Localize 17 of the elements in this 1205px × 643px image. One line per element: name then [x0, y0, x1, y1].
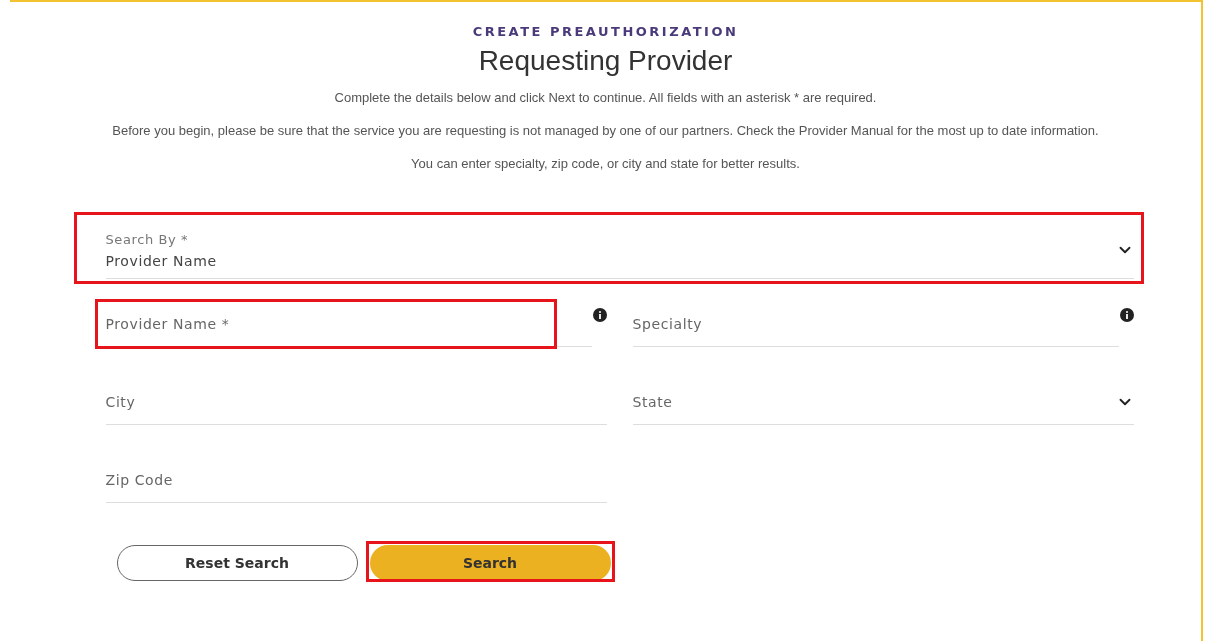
page-eyebrow: CREATE PREAUTHORIZATION — [472, 24, 739, 39]
select-value: Provider Name — [105, 252, 217, 269]
select-field[interactable]: State — [632, 379, 1134, 425]
input-field[interactable]: Provider Name * — [105, 301, 592, 347]
input-field[interactable]: Zip Code — [105, 457, 607, 503]
instruction-text: You can enter specialty, zip code, or city and state for better results. — [410, 155, 801, 173]
info-icon[interactable] — [1119, 308, 1134, 322]
input-field[interactable]: Specialty — [632, 301, 1119, 347]
info-icon[interactable] — [592, 308, 607, 322]
field-label: Search By * — [105, 231, 190, 247]
search-by-select[interactable]: Search By * Provider Name — [105, 222, 1134, 279]
reset-button[interactable]: Reset Search — [116, 545, 358, 581]
instruction-text: Before you begin, please be sure that the service you are requesting is not managed by one of our partners. Check the Provider Manual for the most up to date information. — [111, 122, 1100, 140]
page-title: Requesting Provider — [478, 45, 733, 77]
instruction-text: Complete the details below and click Next to continue. All fields with an asterisk * are required. — [333, 89, 878, 107]
input-field[interactable]: City — [105, 379, 607, 425]
search-button[interactable]: Search — [369, 545, 611, 581]
